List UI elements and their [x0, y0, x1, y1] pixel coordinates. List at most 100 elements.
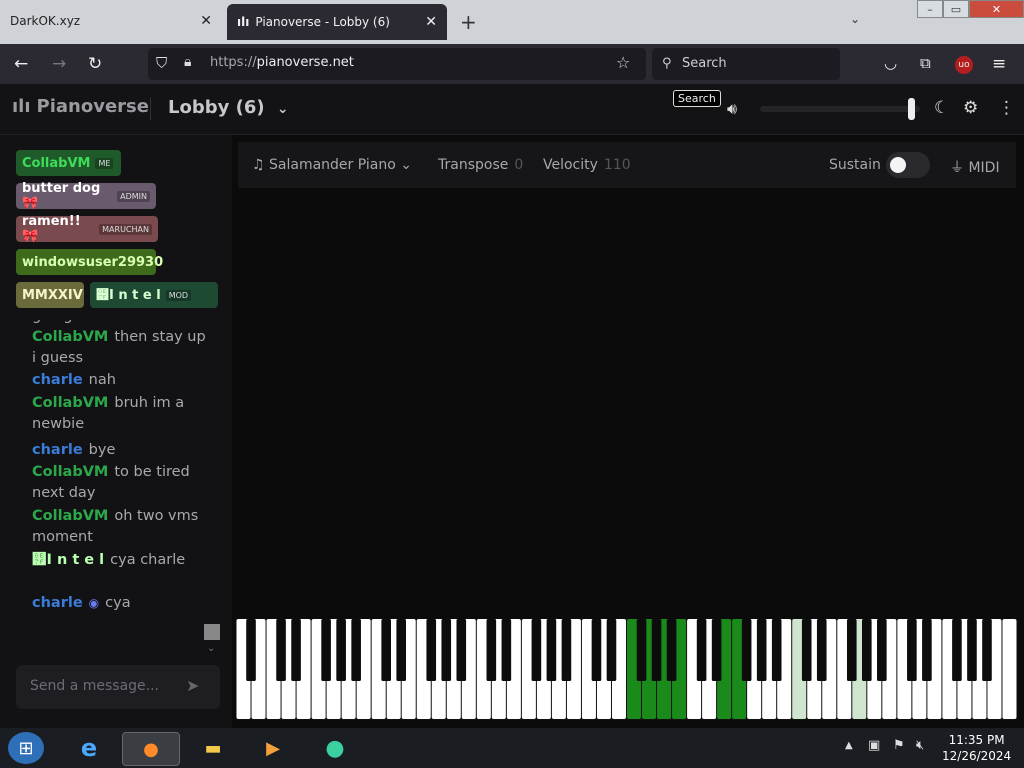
black-key[interactable]: [862, 619, 872, 681]
start-button-icon[interactable]: ⊞: [8, 732, 44, 764]
velocity-control[interactable]: Velocity 110: [543, 157, 631, 173]
search-input[interactable]: ⚲ Search: [652, 48, 840, 80]
user-chip[interactable]: windowsuser29930: [16, 249, 163, 275]
chat-author[interactable]: CollabVM: [32, 508, 108, 524]
transpose-control[interactable]: Transpose 0: [438, 157, 523, 173]
clock[interactable]: 11:35 PM 12/26/2024: [942, 732, 1011, 764]
chevron-down-icon[interactable]: ⌄: [850, 12, 860, 26]
black-key[interactable]: [456, 619, 467, 681]
url-text[interactable]: https://pianoverse.net: [210, 55, 354, 70]
piano-keyboard[interactable]: [236, 619, 1017, 720]
black-key[interactable]: [321, 619, 331, 681]
url-bar[interactable]: ⛉ 🔒︎ https://pianoverse.net ☆: [148, 48, 646, 80]
user-chip[interactable]: ramen!!🎀 MARUCHAN: [16, 214, 158, 244]
black-key[interactable]: [771, 619, 782, 681]
chat-author[interactable]: ୿I n t e l: [32, 552, 104, 568]
black-key[interactable]: [246, 619, 256, 681]
close-tab-icon[interactable]: ✕: [425, 14, 437, 30]
pocket-icon[interactable]: ◡: [884, 54, 897, 72]
shield-icon[interactable]: ⛉: [156, 54, 167, 72]
black-key[interactable]: [816, 619, 827, 681]
back-arrow-icon[interactable]: ←: [14, 54, 28, 74]
black-key[interactable]: [636, 619, 647, 681]
new-tab-icon[interactable]: +: [460, 10, 477, 34]
forward-arrow-icon[interactable]: →: [52, 54, 66, 74]
black-key[interactable]: [561, 619, 572, 681]
minimize-icon[interactable]: –: [917, 0, 943, 18]
black-key[interactable]: [741, 619, 752, 681]
send-icon[interactable]: ➤: [186, 676, 199, 695]
black-key[interactable]: [396, 619, 407, 681]
black-key[interactable]: [756, 619, 767, 681]
tab-darkok[interactable]: DarkOK.xyz ✕: [0, 2, 222, 40]
reload-icon[interactable]: ↻: [88, 54, 102, 74]
black-key[interactable]: [711, 619, 722, 681]
black-key[interactable]: [952, 619, 962, 681]
black-key[interactable]: [336, 619, 346, 681]
network-icon[interactable]: ▣: [868, 738, 880, 753]
black-key[interactable]: [606, 619, 617, 681]
black-key[interactable]: [426, 619, 437, 681]
black-key[interactable]: [531, 619, 542, 681]
midi-button[interactable]: ⏚ MIDI: [950, 157, 1000, 177]
moon-icon[interactable]: ☾: [934, 98, 949, 118]
media-player-icon[interactable]: ▶: [256, 732, 290, 764]
internet-explorer-icon[interactable]: e: [72, 732, 106, 764]
gear-icon[interactable]: ⚙: [963, 98, 978, 118]
black-key[interactable]: [696, 619, 707, 681]
speaker-muted-icon[interactable]: 🔇︎: [916, 738, 924, 753]
black-key[interactable]: [982, 619, 992, 681]
piano-keys[interactable]: [236, 619, 1017, 720]
ublock-icon[interactable]: uo: [955, 56, 973, 74]
black-key[interactable]: [486, 619, 497, 681]
black-key[interactable]: [546, 619, 557, 681]
lock-icon[interactable]: 🔒︎: [184, 54, 191, 70]
black-key[interactable]: [666, 619, 677, 681]
chat-scrollbar[interactable]: [204, 624, 220, 640]
black-key[interactable]: [291, 619, 301, 681]
black-key[interactable]: [967, 619, 977, 681]
user-chip[interactable]: CollabVM ME: [16, 150, 121, 176]
user-chip[interactable]: ୿I n t e l MOD: [90, 282, 218, 308]
instrument-selector[interactable]: ♫ Salamander Piano ⌄: [252, 157, 412, 173]
black-key[interactable]: [651, 619, 662, 681]
black-key[interactable]: [351, 619, 361, 681]
chat-author[interactable]: CollabVM: [32, 464, 108, 480]
black-key[interactable]: [846, 619, 857, 681]
extensions-icon[interactable]: ⧉: [920, 54, 931, 72]
maximize-icon[interactable]: ▭: [943, 0, 969, 18]
more-vertical-icon[interactable]: ⋮: [998, 98, 1015, 118]
white-key[interactable]: [1002, 619, 1017, 719]
chat-author[interactable]: charle: [32, 595, 83, 611]
firefox-icon[interactable]: ●: [122, 732, 180, 766]
bookmark-star-icon[interactable]: ☆: [616, 53, 630, 72]
black-key[interactable]: [801, 619, 812, 681]
chevron-up-icon[interactable]: ▲: [845, 740, 853, 751]
chevron-down-icon[interactable]: ⌄: [207, 643, 215, 654]
user-chip[interactable]: MMXXIV: [16, 282, 84, 308]
black-key[interactable]: [381, 619, 391, 681]
chat-author[interactable]: charle: [32, 442, 83, 458]
volume-slider[interactable]: [760, 106, 920, 112]
room-selector[interactable]: Lobby (6) ⌄: [168, 97, 289, 118]
flag-icon[interactable]: ⚑: [893, 738, 905, 753]
black-key[interactable]: [922, 619, 932, 681]
chat-author[interactable]: CollabVM: [32, 329, 108, 345]
folder-icon[interactable]: ▬: [196, 732, 230, 764]
black-key[interactable]: [501, 619, 512, 681]
black-key[interactable]: [907, 619, 917, 681]
chat-log[interactable]: goingCollabVMthen stay up i guesscharlen…: [16, 320, 216, 650]
tab-pianoverse[interactable]: ılı Pianoverse - Lobby (6) ✕: [227, 4, 447, 40]
black-key[interactable]: [441, 619, 452, 681]
black-key[interactable]: [591, 619, 602, 681]
menu-icon[interactable]: ≡: [992, 54, 1006, 74]
sustain-toggle[interactable]: [886, 152, 930, 178]
chat-author[interactable]: charle: [32, 372, 83, 388]
black-key[interactable]: [276, 619, 286, 681]
globe-app-icon[interactable]: ●: [318, 732, 352, 764]
user-chip[interactable]: butter dog🎀 ADMIN: [16, 181, 156, 211]
black-key[interactable]: [877, 619, 887, 681]
message-input[interactable]: Send a message... ➤: [16, 665, 220, 709]
brand-logo[interactable]: ılı Pianoverse: [12, 96, 149, 117]
chat-author[interactable]: CollabVM: [32, 395, 108, 411]
